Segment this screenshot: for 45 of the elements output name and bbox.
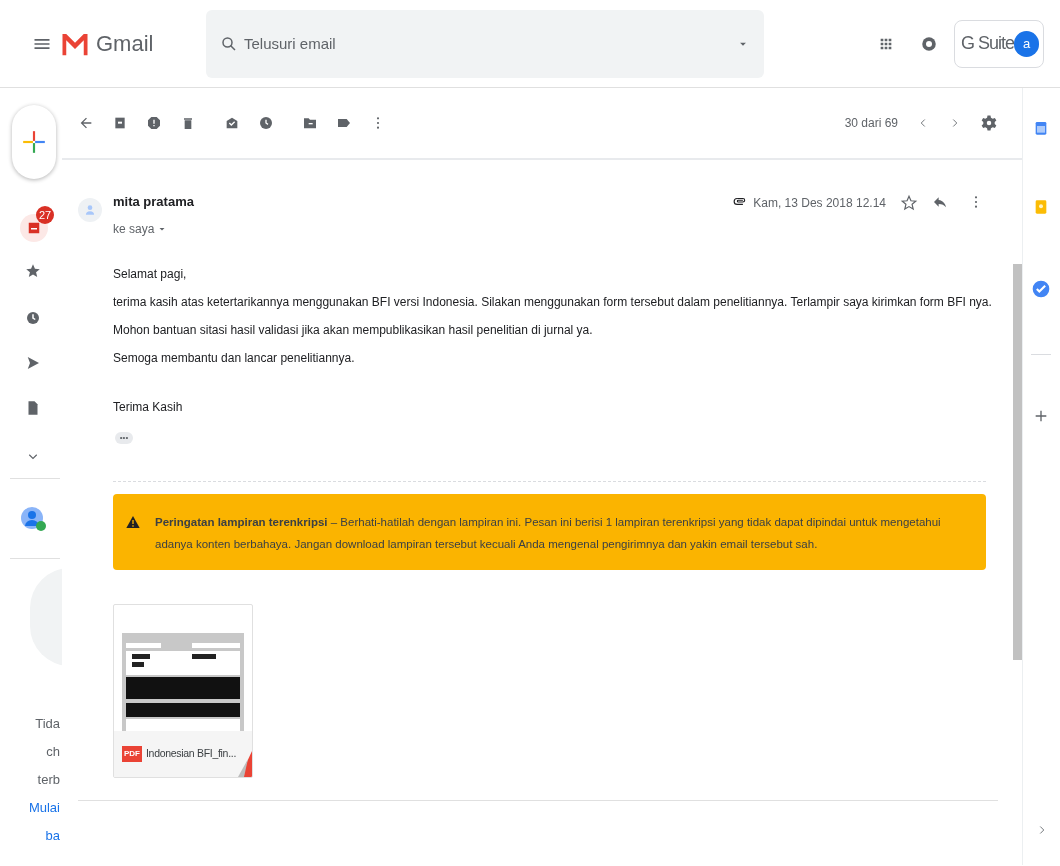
message-line: Semoga membantu dan lancar penelitiannya. [113,349,356,367]
show-trimmed-button[interactable]: ••• [115,431,133,444]
settings-icon[interactable] [980,114,998,132]
move-to-folder-icon[interactable] [302,115,318,131]
brand-name: G Suite [961,32,1015,55]
promo-text: Tida [35,715,60,733]
product-name: Gmail [96,30,155,58]
message-date: Kam, 13 Des 2018 12.14 [753,195,886,212]
message-line: terima kasih atas ketertarikannya menggunakan BFI versi Indonesia. Silakan menggunakan form tersebut dalam penelitiannya. Terlampir saya kirimkan form BFI nya. [113,293,993,311]
tasks-icon[interactable] [1031,278,1051,300]
promo-link[interactable]: Mulai [28,794,60,822]
report-icon[interactable] [146,115,162,131]
message-count: 30 dari 69 [844,115,898,132]
person-icon [83,203,97,217]
notification-icon[interactable] [920,34,938,53]
search-field[interactable]: Telusuri email [206,9,764,78]
search-icon[interactable] [220,34,238,53]
pdf-badge: PDF [122,745,142,762]
message-line: Selamat pagi, [113,265,188,283]
mark-unread-icon[interactable] [224,115,240,131]
promo-text: ch [46,743,60,761]
attachment-name: Indonesian BFI_fin... [146,745,236,761]
user-avatar-icon[interactable] [20,506,48,534]
plus-icon [21,129,47,155]
promo-link[interactable]: ba [45,822,60,850]
star-icon[interactable] [24,262,42,280]
unread-badge: 27 [36,206,54,224]
sender-name: mita pratama [113,193,195,211]
promo-text: terb [37,771,60,789]
signature-text: Terima Kasih [113,398,184,416]
clock-icon[interactable] [24,309,42,327]
scrollbar[interactable] [1013,264,1022,660]
archive-icon[interactable] [112,115,128,131]
back-arrow-icon[interactable] [78,115,94,131]
attachment-card[interactable]: PDF Indonesian BFI_fin... [113,603,253,778]
snooze-icon[interactable] [258,115,274,131]
add-icon[interactable] [1033,408,1049,424]
message-line: Mohon bantuan sitasi hasil validasi jika akan mempublikasikan hasil penelitian di jurnal ya. [113,321,594,339]
star-icon[interactable] [900,194,918,212]
account-switcher[interactable]: G Suite a [954,19,1044,68]
avatar[interactable]: a [1014,30,1039,57]
warning-text: Peringatan lampiran terenkripsi – Berhati-hatilah dengan lampiran ini. Pesan ini berisi 1 lampiran terenkripsi yang tidak dapat dipindai untuk mengetahui adanya konten berbahaya. Jangan download lampiran tersebut kecuali Anda mengenal pengirimnya dan yakin email tersebut sah. [155,514,942,552]
recipient-dropdown[interactable]: ke saya [113,219,169,238]
corner-fold-icon [238,750,252,777]
reply-icon[interactable] [932,194,948,210]
